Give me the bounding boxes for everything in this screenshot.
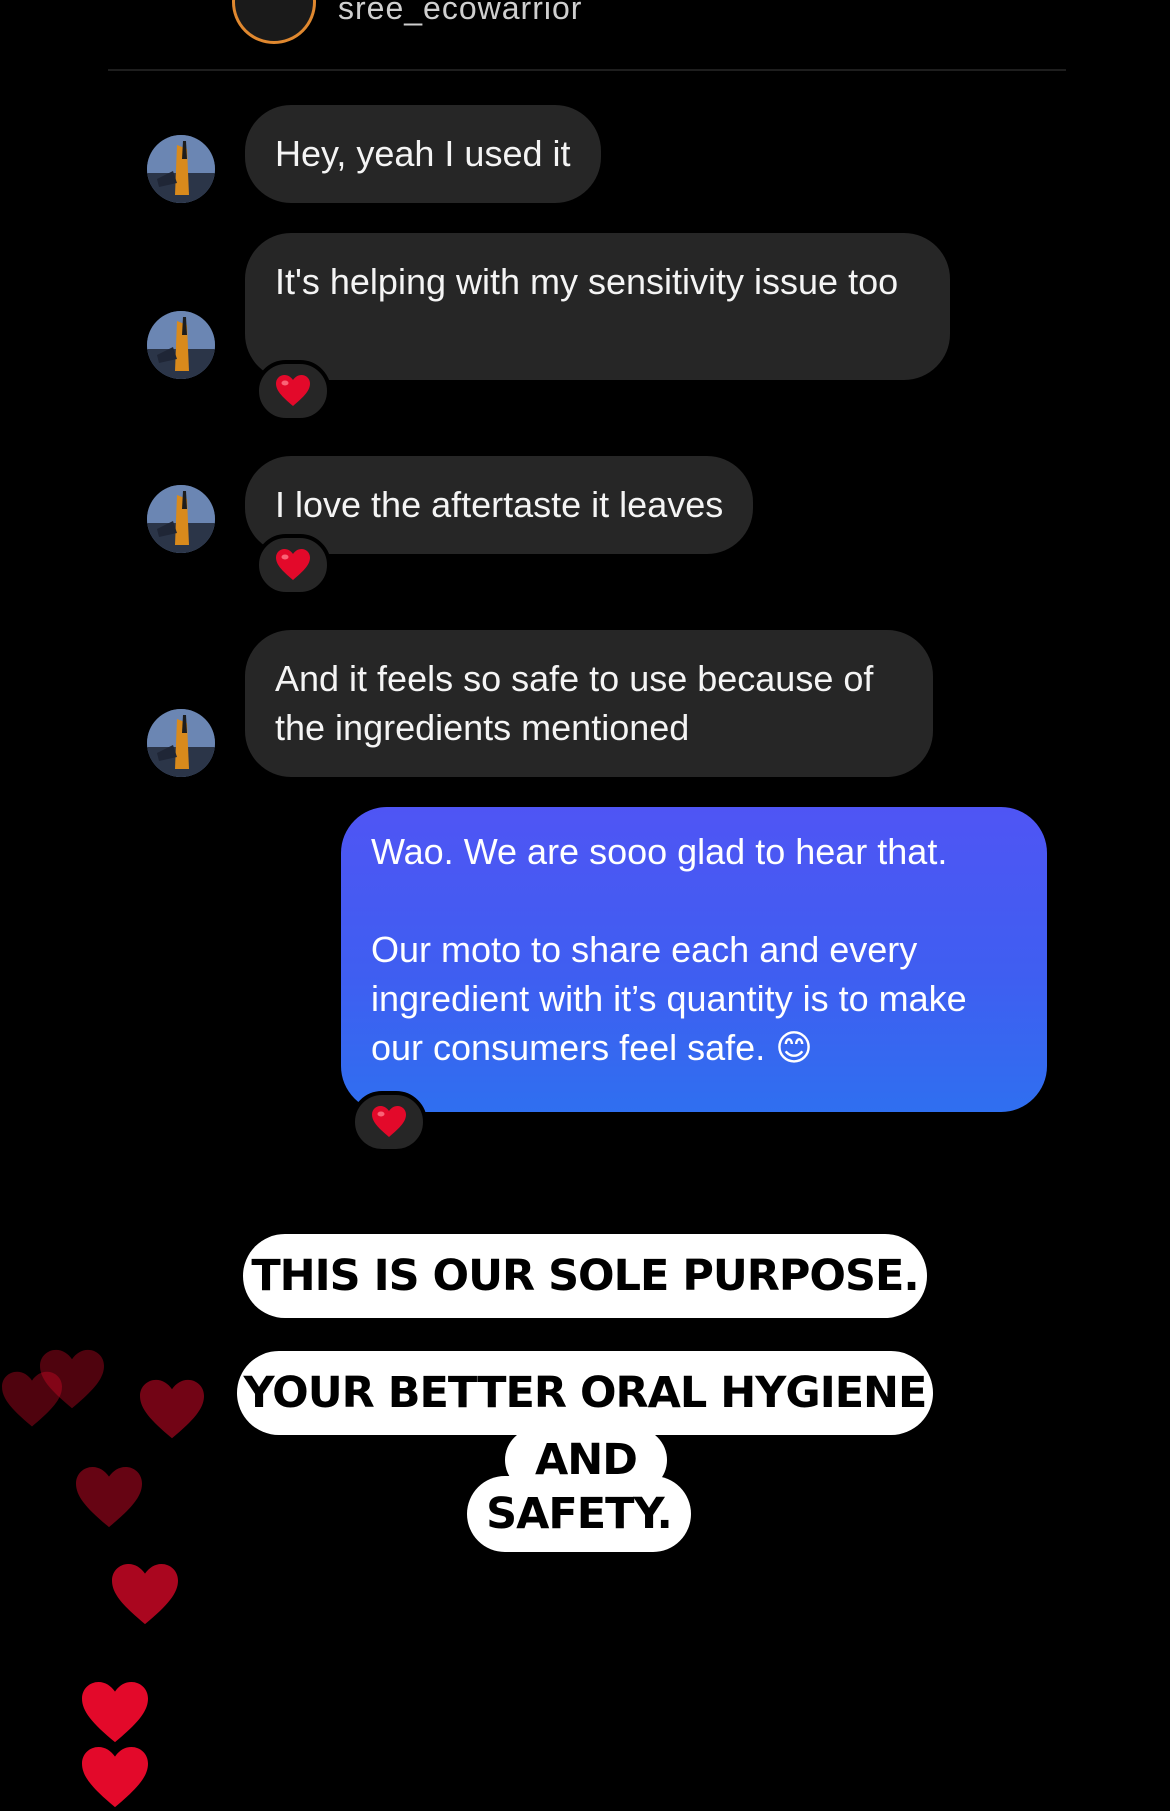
sent-message[interactable]: Wao. We are sooo glad to hear that. Our … — [341, 807, 1047, 1112]
story-text-sticker[interactable]: SAFETY. — [467, 1476, 691, 1552]
message-text: I love the aftertaste it leaves — [275, 484, 724, 525]
avatar-image — [147, 135, 215, 203]
header-divider — [108, 69, 1066, 71]
message-text: Hey, yeah I used it — [275, 133, 571, 174]
heart-reaction-icon — [372, 1106, 406, 1137]
heart-reaction-icon — [276, 549, 310, 580]
story-text-sticker[interactable]: YOUR BETTER ORAL HYGIENE — [237, 1351, 933, 1435]
sender-avatar[interactable] — [147, 709, 215, 777]
sender-avatar[interactable] — [147, 135, 215, 203]
heart-reaction-icon — [276, 375, 310, 406]
received-message[interactable]: And it feels so safe to use because of t… — [245, 630, 933, 777]
floating-heart-icon — [82, 1746, 148, 1808]
floating-heart-icon — [82, 1681, 148, 1743]
header-username[interactable]: sree_ecowarrior — [338, 0, 582, 27]
message-reaction[interactable] — [255, 534, 331, 596]
avatar-image — [147, 709, 215, 777]
received-message[interactable]: Hey, yeah I used it — [245, 105, 601, 203]
message-reaction[interactable] — [255, 360, 331, 422]
floating-heart-icon — [76, 1466, 142, 1528]
floating-heart-icon — [140, 1379, 204, 1439]
message-text: And it feels so safe to use because of t… — [275, 658, 874, 748]
received-message[interactable]: It's helping with my sensitivity issue t… — [245, 233, 950, 380]
floating-heart-icon — [40, 1349, 104, 1409]
sender-avatar[interactable] — [147, 311, 215, 379]
message-text: It's helping with my sensitivity issue t… — [275, 261, 899, 302]
header-avatar[interactable] — [232, 0, 316, 44]
message-reaction[interactable] — [351, 1091, 427, 1153]
floating-heart-icon — [112, 1563, 178, 1625]
avatar-image — [147, 311, 215, 379]
sender-avatar[interactable] — [147, 485, 215, 553]
message-text: Wao. We are sooo glad to hear that. — [371, 831, 948, 872]
avatar-image — [147, 485, 215, 553]
message-text: Our moto to share each and every ingredi… — [371, 929, 967, 1068]
story-text-sticker[interactable]: THIS IS OUR SOLE PURPOSE. — [243, 1234, 927, 1318]
received-message[interactable]: I love the aftertaste it leaves — [245, 456, 754, 554]
